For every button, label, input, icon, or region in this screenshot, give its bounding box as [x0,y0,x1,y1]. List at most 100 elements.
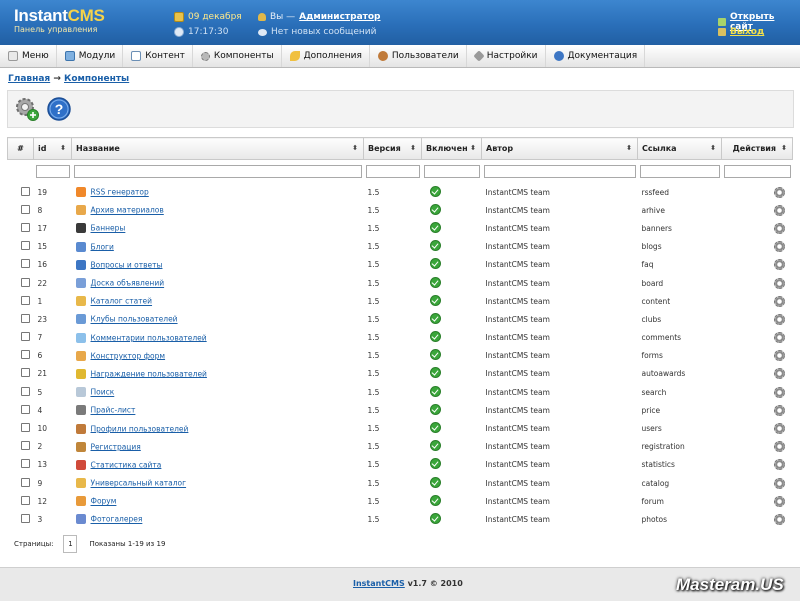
menu-item-modules[interactable]: Модули [57,45,124,67]
help-button[interactable]: ? [46,96,72,122]
enabled-check-icon[interactable] [429,331,441,343]
gear-icon[interactable] [773,186,785,198]
row-checkbox[interactable] [20,386,30,396]
row-checkbox[interactable] [20,259,30,269]
gear-icon[interactable] [773,259,785,271]
component-name-link[interactable]: Каталог статей [91,297,153,306]
row-checkbox[interactable] [20,441,30,451]
component-name-link[interactable]: Клубы пользователей [91,315,178,324]
enabled-check-icon[interactable] [429,385,441,397]
component-name-link[interactable]: Награждение пользователей [91,369,207,378]
component-name-link[interactable]: Статистика сайта [91,460,162,469]
logout-link[interactable]: Выход [718,27,764,37]
row-checkbox[interactable] [20,222,30,232]
row-checkbox[interactable] [20,423,30,433]
row-checkbox[interactable] [20,295,30,305]
col-name-header[interactable]: Название ⬍ [71,137,364,160]
filter-actions-input[interactable] [723,164,791,178]
gear-icon[interactable] [773,477,785,489]
logo[interactable]: InstantCMS [14,6,105,26]
component-name-link[interactable]: Регистрация [91,442,141,451]
enabled-check-icon[interactable] [429,422,441,434]
gear-icon[interactable] [773,350,785,362]
menu-item-components[interactable]: Компоненты [193,45,282,67]
row-checkbox[interactable] [20,241,30,251]
filter-author-input[interactable] [483,164,636,178]
menu-item-docs[interactable]: Документация [546,45,646,67]
gear-icon[interactable] [773,313,785,325]
gear-icon[interactable] [773,368,785,380]
enabled-check-icon[interactable] [429,476,441,488]
enabled-check-icon[interactable] [429,276,441,288]
filter-name-input[interactable] [73,164,362,178]
component-name-link[interactable]: Прайс-лист [91,406,136,415]
menu-item-users[interactable]: Пользователи [370,45,467,67]
install-component-button[interactable] [14,96,40,122]
gear-icon[interactable] [773,459,785,471]
row-checkbox[interactable] [20,277,30,287]
footer-brand-link[interactable]: InstantCMS [353,579,405,588]
row-checkbox[interactable] [20,477,30,487]
col-actions-header[interactable]: Действия ⬍ [721,137,793,160]
menu-item-menu[interactable]: Меню [0,45,57,67]
enabled-check-icon[interactable] [429,221,441,233]
page-number-button[interactable]: 1 [63,535,78,553]
gear-icon[interactable] [773,277,785,289]
col-link-header[interactable]: Ссылка ⬍ [637,137,722,160]
row-checkbox[interactable] [20,332,30,342]
component-name-link[interactable]: Фотогалерея [91,515,143,524]
enabled-check-icon[interactable] [429,403,441,415]
enabled-check-icon[interactable] [429,349,441,361]
enabled-check-icon[interactable] [429,312,441,324]
enabled-check-icon[interactable] [429,294,441,306]
gear-icon[interactable] [773,222,785,234]
gear-icon[interactable] [773,441,785,453]
enabled-check-icon[interactable] [429,458,441,470]
component-name-link[interactable]: Форум [91,497,117,506]
row-checkbox[interactable] [20,204,30,214]
component-name-link[interactable]: RSS генератор [91,188,149,197]
enabled-check-icon[interactable] [429,367,441,379]
menu-item-content[interactable]: Контент [123,45,193,67]
row-checkbox[interactable] [20,495,30,505]
row-checkbox[interactable] [20,513,30,523]
filter-version-input[interactable] [365,164,420,178]
enabled-check-icon[interactable] [429,512,441,524]
row-checkbox[interactable] [20,350,30,360]
component-name-link[interactable]: Доска объявлений [91,279,165,288]
gear-icon[interactable] [773,404,785,416]
enabled-check-icon[interactable] [429,240,441,252]
component-name-link[interactable]: Архив материалов [91,206,164,215]
row-checkbox[interactable] [20,313,30,323]
enabled-check-icon[interactable] [429,185,441,197]
col-checkbox-header[interactable]: # [7,137,34,160]
col-id-header[interactable]: id ⬍ [33,137,72,160]
gear-icon[interactable] [773,495,785,507]
gear-icon[interactable] [773,241,785,253]
filter-id-input[interactable] [35,164,70,178]
breadcrumb-current[interactable]: Компоненты [64,74,129,84]
component-name-link[interactable]: Поиск [91,388,115,397]
row-checkbox[interactable] [20,186,30,196]
gear-icon[interactable] [773,386,785,398]
row-checkbox[interactable] [20,368,30,378]
gear-icon[interactable] [773,332,785,344]
menu-item-addons[interactable]: Дополнения [282,45,370,67]
enabled-check-icon[interactable] [429,203,441,215]
user-name-link[interactable]: Администратор [299,12,380,22]
gear-icon[interactable] [773,204,785,216]
filter-link-input[interactable] [639,164,720,178]
col-enabled-header[interactable]: Включен ⬍ [421,137,482,160]
col-author-header[interactable]: Автор ⬍ [481,137,638,160]
filter-enabled-input[interactable] [423,164,480,178]
breadcrumb-home[interactable]: Главная [8,74,50,84]
component-name-link[interactable]: Универсальный каталог [91,479,187,488]
gear-icon[interactable] [773,513,785,525]
component-name-link[interactable]: Вопросы и ответы [91,260,163,269]
menu-item-settings[interactable]: Настройки [467,45,546,67]
gear-icon[interactable] [773,423,785,435]
enabled-check-icon[interactable] [429,258,441,270]
component-name-link[interactable]: Профили пользователей [91,424,189,433]
component-name-link[interactable]: Баннеры [91,224,126,233]
row-checkbox[interactable] [20,404,30,414]
